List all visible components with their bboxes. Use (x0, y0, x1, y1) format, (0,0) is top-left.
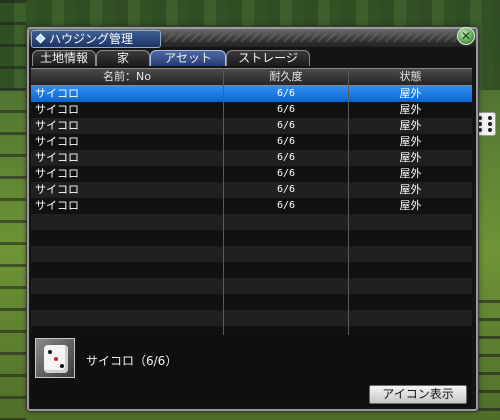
asset-table: 名前：No 耐久度 状態 サイコロ 6/6 屋外 サイコロ 6/6 屋外 サイコ… (31, 68, 472, 354)
empty-row (31, 278, 472, 294)
column-divider (223, 68, 224, 354)
table-row[interactable]: サイコロ 6/6 屋外 (31, 102, 472, 118)
table-row[interactable]: サイコロ 6/6 屋外 (31, 118, 472, 134)
tab-assets[interactable]: アセット (150, 50, 226, 66)
cell-name: サイコロ (35, 119, 79, 132)
cell-state: 屋外 (399, 135, 422, 148)
cell-state: 屋外 (399, 119, 422, 132)
close-button[interactable]: ✕ (457, 27, 475, 45)
table-row[interactable]: サイコロ 6/6 屋外 (31, 150, 472, 166)
cell-name: サイコロ (35, 199, 79, 212)
empty-row (31, 230, 472, 246)
cell-name: サイコロ (35, 103, 79, 116)
window-title: ハウジング管理 (49, 32, 134, 46)
tab-house[interactable]: 家 (96, 50, 150, 66)
diamond-icon (35, 33, 46, 44)
cell-durability: 6/6 (276, 104, 296, 115)
cell-durability: 6/6 (276, 184, 296, 195)
cell-durability: 6/6 (276, 168, 296, 179)
column-header-durability[interactable]: 耐久度 (224, 69, 348, 85)
cell-state: 屋外 (399, 199, 422, 212)
cell-state: 屋外 (399, 151, 422, 164)
empty-row (31, 294, 472, 310)
table-row[interactable]: サイコロ 6/6 屋外 (31, 166, 472, 182)
cell-durability: 6/6 (276, 88, 296, 99)
cell-durability: 6/6 (276, 136, 296, 147)
cell-name: サイコロ (35, 167, 79, 180)
cell-state: 屋外 (399, 183, 422, 196)
cell-durability: 6/6 (276, 200, 296, 211)
cell-name: サイコロ (35, 151, 79, 164)
cell-name: サイコロ (35, 135, 79, 148)
cell-state: 屋外 (399, 167, 422, 180)
empty-row (31, 246, 472, 262)
dice-icon (35, 338, 75, 378)
tab-storage[interactable]: ストレージ (226, 50, 310, 66)
empty-row (31, 214, 472, 230)
cell-durability: 6/6 (276, 152, 296, 163)
table-row[interactable]: サイコロ 6/6 屋外 (31, 182, 472, 198)
column-header-state[interactable]: 状態 (349, 69, 472, 85)
fence-left (0, 0, 26, 420)
table-row[interactable]: サイコロ 6/6 屋外 (31, 198, 472, 214)
table-row[interactable]: サイコロ 6/6 屋外 (31, 86, 472, 102)
column-divider (348, 68, 349, 354)
table-row[interactable]: サイコロ 6/6 屋外 (31, 134, 472, 150)
selected-item-name: サイコロ（6/6） (86, 354, 178, 368)
cell-state: 屋外 (399, 87, 422, 100)
tab-land-info[interactable]: 土地情報 (32, 50, 96, 66)
column-header-name[interactable]: 名前：No (31, 69, 223, 85)
cell-state: 屋外 (399, 103, 422, 116)
title-bar[interactable]: ハウジング管理 ✕ (29, 27, 476, 48)
cell-name: サイコロ (35, 87, 79, 100)
show-icon-button[interactable]: アイコン表示 (369, 385, 467, 404)
tab-bar: 土地情報 家 アセット ストレージ (32, 50, 472, 66)
title-decoration (164, 33, 464, 42)
cell-durability: 6/6 (276, 120, 296, 131)
empty-row (31, 262, 472, 278)
table-header: 名前：No 耐久度 状態 (31, 68, 472, 86)
title-tab: ハウジング管理 (31, 30, 161, 48)
cell-name: サイコロ (35, 183, 79, 196)
item-detail-panel: サイコロ（6/6） アイコン表示 (31, 335, 472, 407)
empty-row (31, 310, 472, 326)
housing-management-window: ハウジング管理 ✕ 土地情報 家 アセット ストレージ 名前：No 耐久度 状態… (27, 27, 478, 411)
